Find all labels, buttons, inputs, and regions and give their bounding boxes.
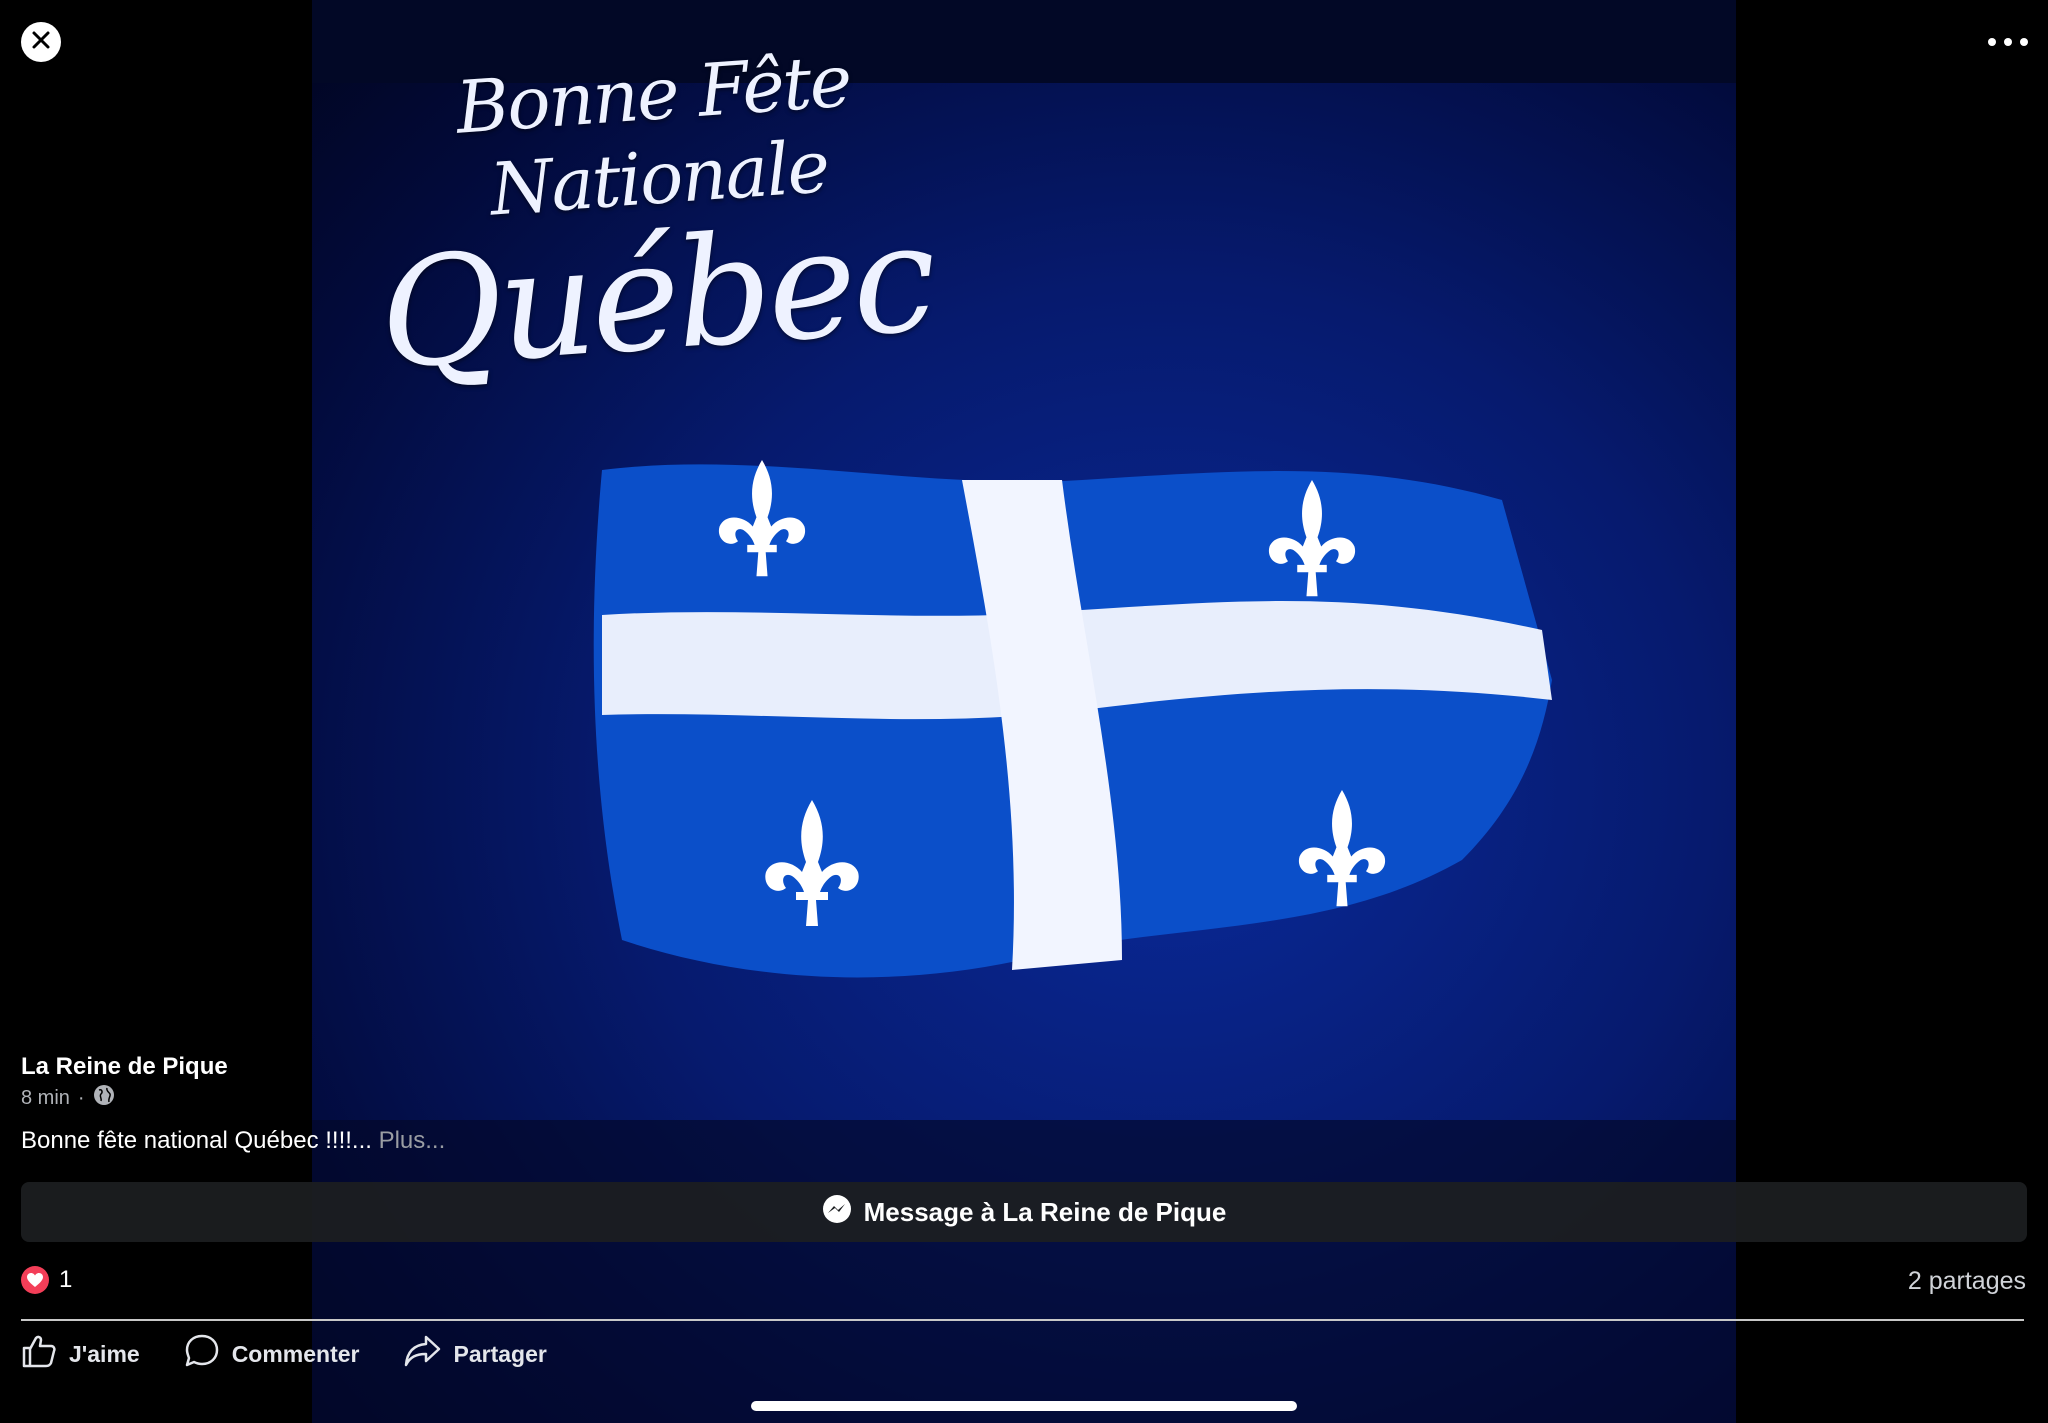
like-label: J'aime — [69, 1340, 140, 1367]
home-indicator[interactable] — [751, 1401, 1297, 1411]
see-more-link[interactable]: Plus... — [379, 1127, 446, 1154]
share-label: Partager — [453, 1340, 547, 1367]
reaction-count: 1 — [59, 1266, 73, 1293]
close-button[interactable] — [21, 22, 61, 62]
share-icon — [404, 1334, 442, 1374]
comment-icon — [184, 1334, 220, 1374]
shares-count[interactable]: 2 partages — [1908, 1267, 2026, 1296]
post-meta: 8 min · — [21, 1084, 115, 1112]
more-options-button[interactable] — [1988, 28, 2028, 56]
comment-button[interactable]: Commenter — [184, 1334, 360, 1374]
like-button[interactable]: J'aime — [21, 1334, 140, 1374]
photo-bottom-shade — [312, 1120, 1736, 1423]
heart-icon — [21, 1266, 49, 1294]
divider — [21, 1319, 2024, 1321]
action-bar: J'aime Commenter Partager — [21, 1334, 547, 1374]
comment-label: Commenter — [231, 1340, 360, 1367]
close-icon — [31, 30, 51, 55]
post-author[interactable]: La Reine de Pique — [21, 1053, 228, 1081]
message-button-label: Message à La Reine de Pique — [863, 1196, 1227, 1227]
post-caption: Bonne fête national Québec !!!!... Plus.… — [21, 1127, 445, 1155]
thumbs-up-icon — [21, 1334, 57, 1374]
post-time[interactable]: 8 min — [21, 1087, 70, 1110]
caption-text: Bonne fête national Québec !!!!... — [21, 1127, 372, 1154]
quebec-flag-image — [562, 440, 1562, 1005]
globe-icon — [93, 1084, 115, 1112]
more-options-icon — [1988, 38, 1996, 46]
photo-greeting-text: Bonne Fête Nationale Québec — [374, 38, 938, 403]
meta-separator: · — [77, 1086, 85, 1109]
message-page-button[interactable]: Message à La Reine de Pique — [21, 1182, 2027, 1242]
messenger-icon — [822, 1194, 852, 1231]
reaction-summary[interactable]: 1 — [21, 1266, 72, 1294]
share-button[interactable]: Partager — [404, 1334, 547, 1374]
